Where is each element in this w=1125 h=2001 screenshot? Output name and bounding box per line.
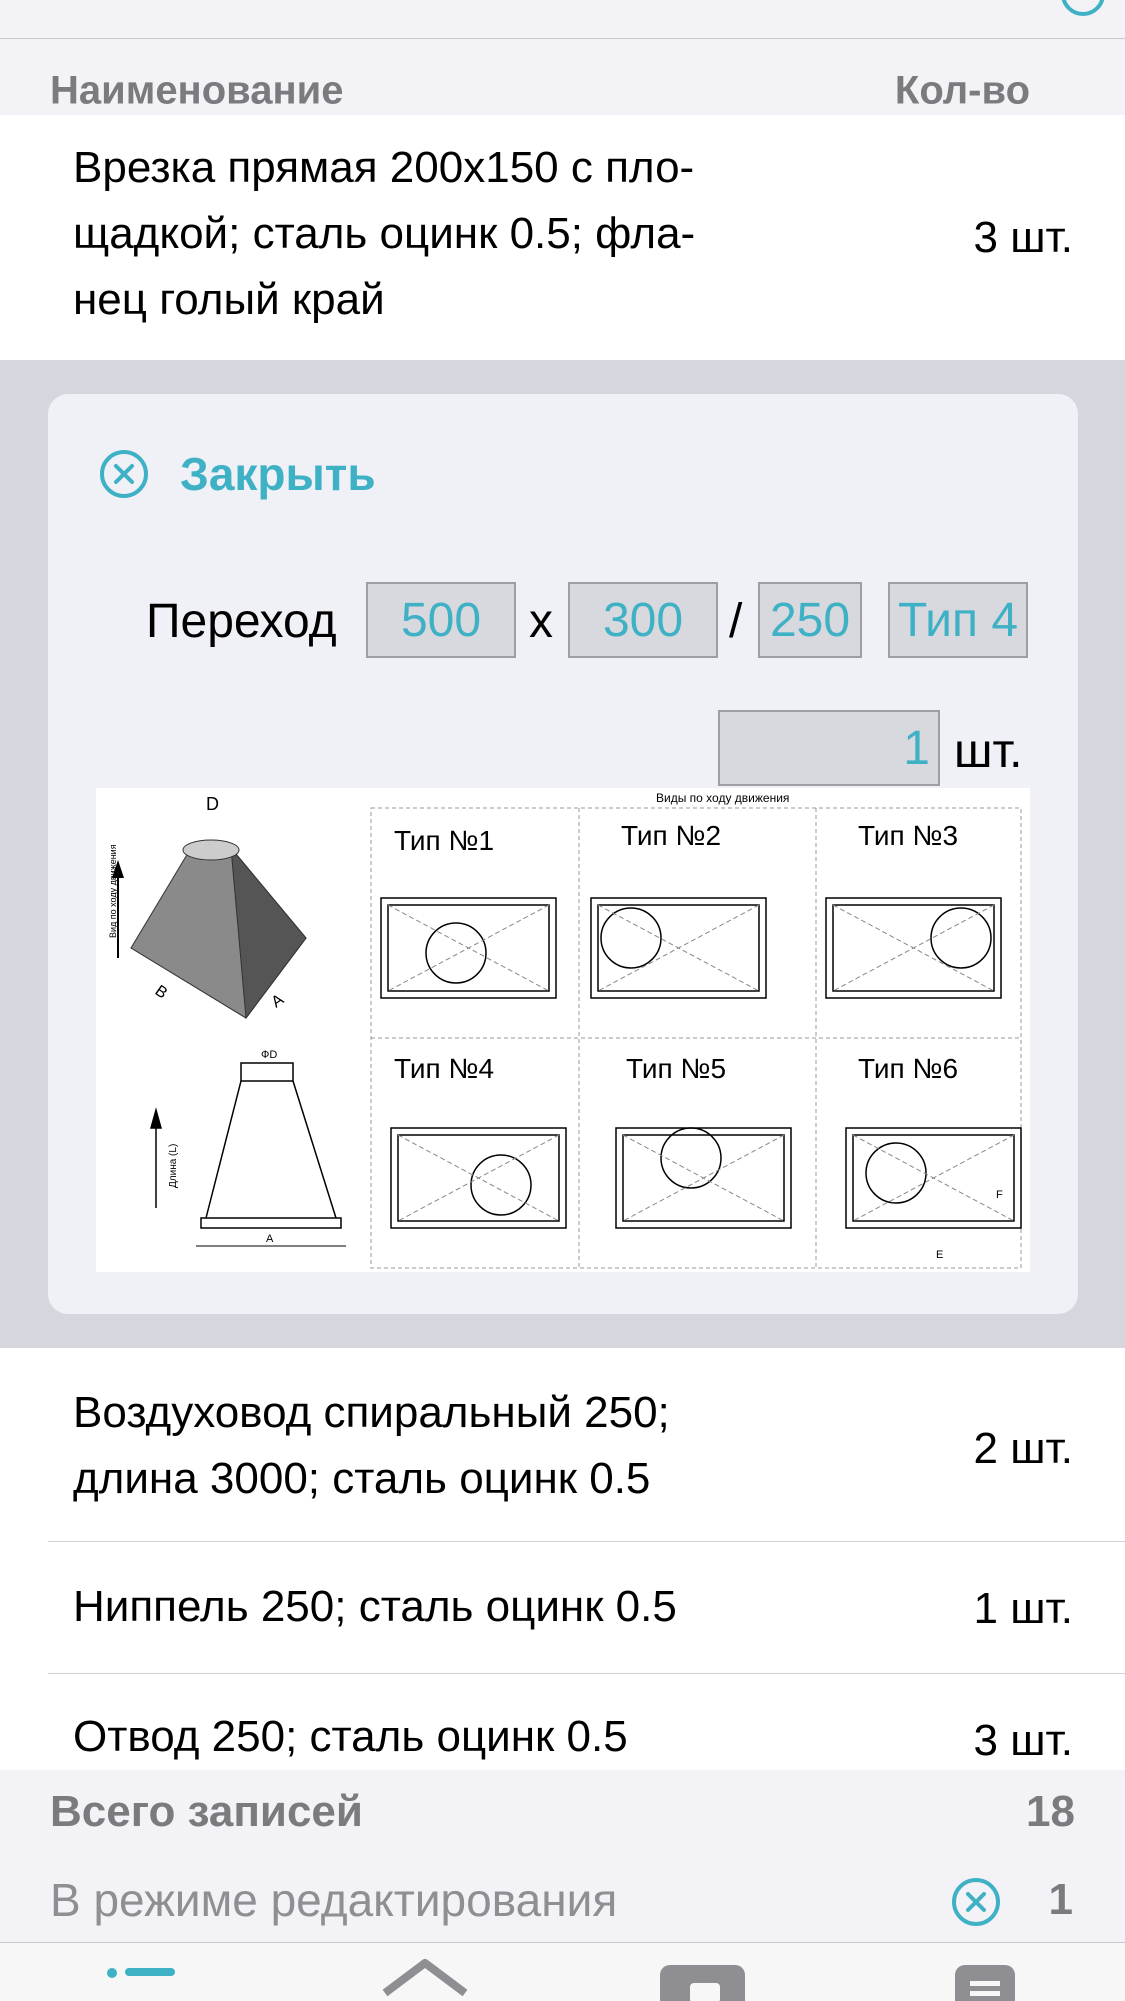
width-field[interactable]: 500 — [366, 582, 516, 658]
quantity-unit: шт. — [954, 725, 1023, 778]
diameter-field[interactable]: 250 — [758, 582, 862, 658]
list-icon[interactable] — [107, 1968, 175, 1978]
dim-f-label: F — [996, 1189, 1003, 1201]
type-1-label: Тип №1 — [394, 825, 494, 856]
close-label: Закрыть — [180, 448, 376, 500]
edit-card: Закрыть Переход 500 x 300 / 250 Тип 4 i … — [48, 394, 1078, 1314]
column-qty-header: Кол-во — [894, 68, 1030, 113]
side-phi-label: ФD — [261, 1049, 277, 1061]
length-label: Длина (L) — [168, 1144, 179, 1188]
type-6-label: Тип №6 — [858, 1053, 958, 1084]
edit-mode-value: 1 — [1048, 1875, 1073, 1924]
wallet-icon[interactable] — [660, 1965, 745, 2001]
edit-mode-label: В режиме редактирования — [50, 1874, 618, 1926]
list-item[interactable]: Ниппель 250; сталь оцинк 0.5 1 шт. — [0, 1542, 1125, 1672]
item-name: Воздуховод спиральный 250; длина 3000; с… — [73, 1388, 670, 1503]
dim-a-label: A — [269, 991, 288, 1011]
diagram-heading: Виды по ходу движения — [656, 791, 789, 805]
type-5-label: Тип №5 — [626, 1053, 726, 1084]
edit-mode-bar: В режиме редактирования 1 — [0, 1856, 1125, 1943]
total-records-bar: Всего записей 18 — [0, 1770, 1125, 1856]
dim-e-label: E — [936, 1249, 943, 1261]
type-4-label: Тип №4 — [394, 1053, 494, 1084]
close-button[interactable]: Закрыть — [98, 444, 376, 504]
home-icon[interactable] — [382, 1959, 468, 1997]
item-name: Врезка прямая 200x150 с пло- щадкой; ста… — [73, 143, 696, 324]
side-a-label: A — [266, 1233, 274, 1245]
top-strip — [0, 0, 1125, 39]
type-2-label: Тип №2 — [621, 820, 721, 851]
dim-b-label: B — [152, 982, 170, 1002]
document-icon[interactable] — [955, 1965, 1015, 2001]
list-item[interactable]: Отвод 250; сталь оцинк 0.5 3 шт. — [0, 1674, 1125, 1770]
total-label: Всего записей — [50, 1787, 363, 1836]
type-3-label: Тип №3 — [858, 820, 958, 851]
item-qty: 2 шт. — [973, 1424, 1074, 1473]
times-sign: x — [529, 595, 553, 648]
item-qty: 1 шт. — [973, 1584, 1074, 1633]
edit-panel: Закрыть Переход 500 x 300 / 250 Тип 4 i … — [0, 360, 1125, 1348]
item-name: Отвод 250; сталь оцинк 0.5 — [73, 1712, 628, 1761]
item-qty: 3 шт. — [973, 213, 1074, 262]
column-name-header: Наименование — [50, 68, 344, 113]
variant-field[interactable]: Тип 4 — [888, 582, 1028, 658]
total-value: 18 — [1026, 1787, 1075, 1836]
parameters-row: Переход 500 x 300 / 250 Тип 4 — [48, 582, 1078, 662]
list-item[interactable]: Воздуховод спиральный 250; длина 3000; с… — [0, 1350, 1125, 1540]
item-name: Ниппель 250; сталь оцинк 0.5 — [73, 1582, 677, 1631]
add-icon[interactable] — [1061, 0, 1105, 16]
height-field[interactable]: 300 — [568, 582, 718, 658]
flow-label: Вид по ходу движения — [108, 844, 118, 938]
item-type-label: Переход — [146, 595, 337, 648]
cancel-edit-icon[interactable] — [950, 1876, 1002, 1928]
quantity-field[interactable]: 1 — [718, 710, 940, 786]
side-view — [150, 1062, 346, 1247]
column-header: Наименование Кол-во — [0, 39, 1125, 115]
tab-bar — [0, 1943, 1125, 2001]
dim-d-label: D — [206, 794, 219, 814]
iso-view: D B A — [112, 794, 307, 1020]
item-qty: 3 шт. — [973, 1716, 1074, 1765]
close-icon — [100, 450, 148, 498]
slash-sign: / — [729, 595, 743, 648]
transition-diagram: Виды по ходу движения D B A ФD A Тип №1 … — [96, 788, 1030, 1272]
list-item[interactable]: Врезка прямая 200x150 с пло- щадкой; ста… — [0, 115, 1125, 360]
